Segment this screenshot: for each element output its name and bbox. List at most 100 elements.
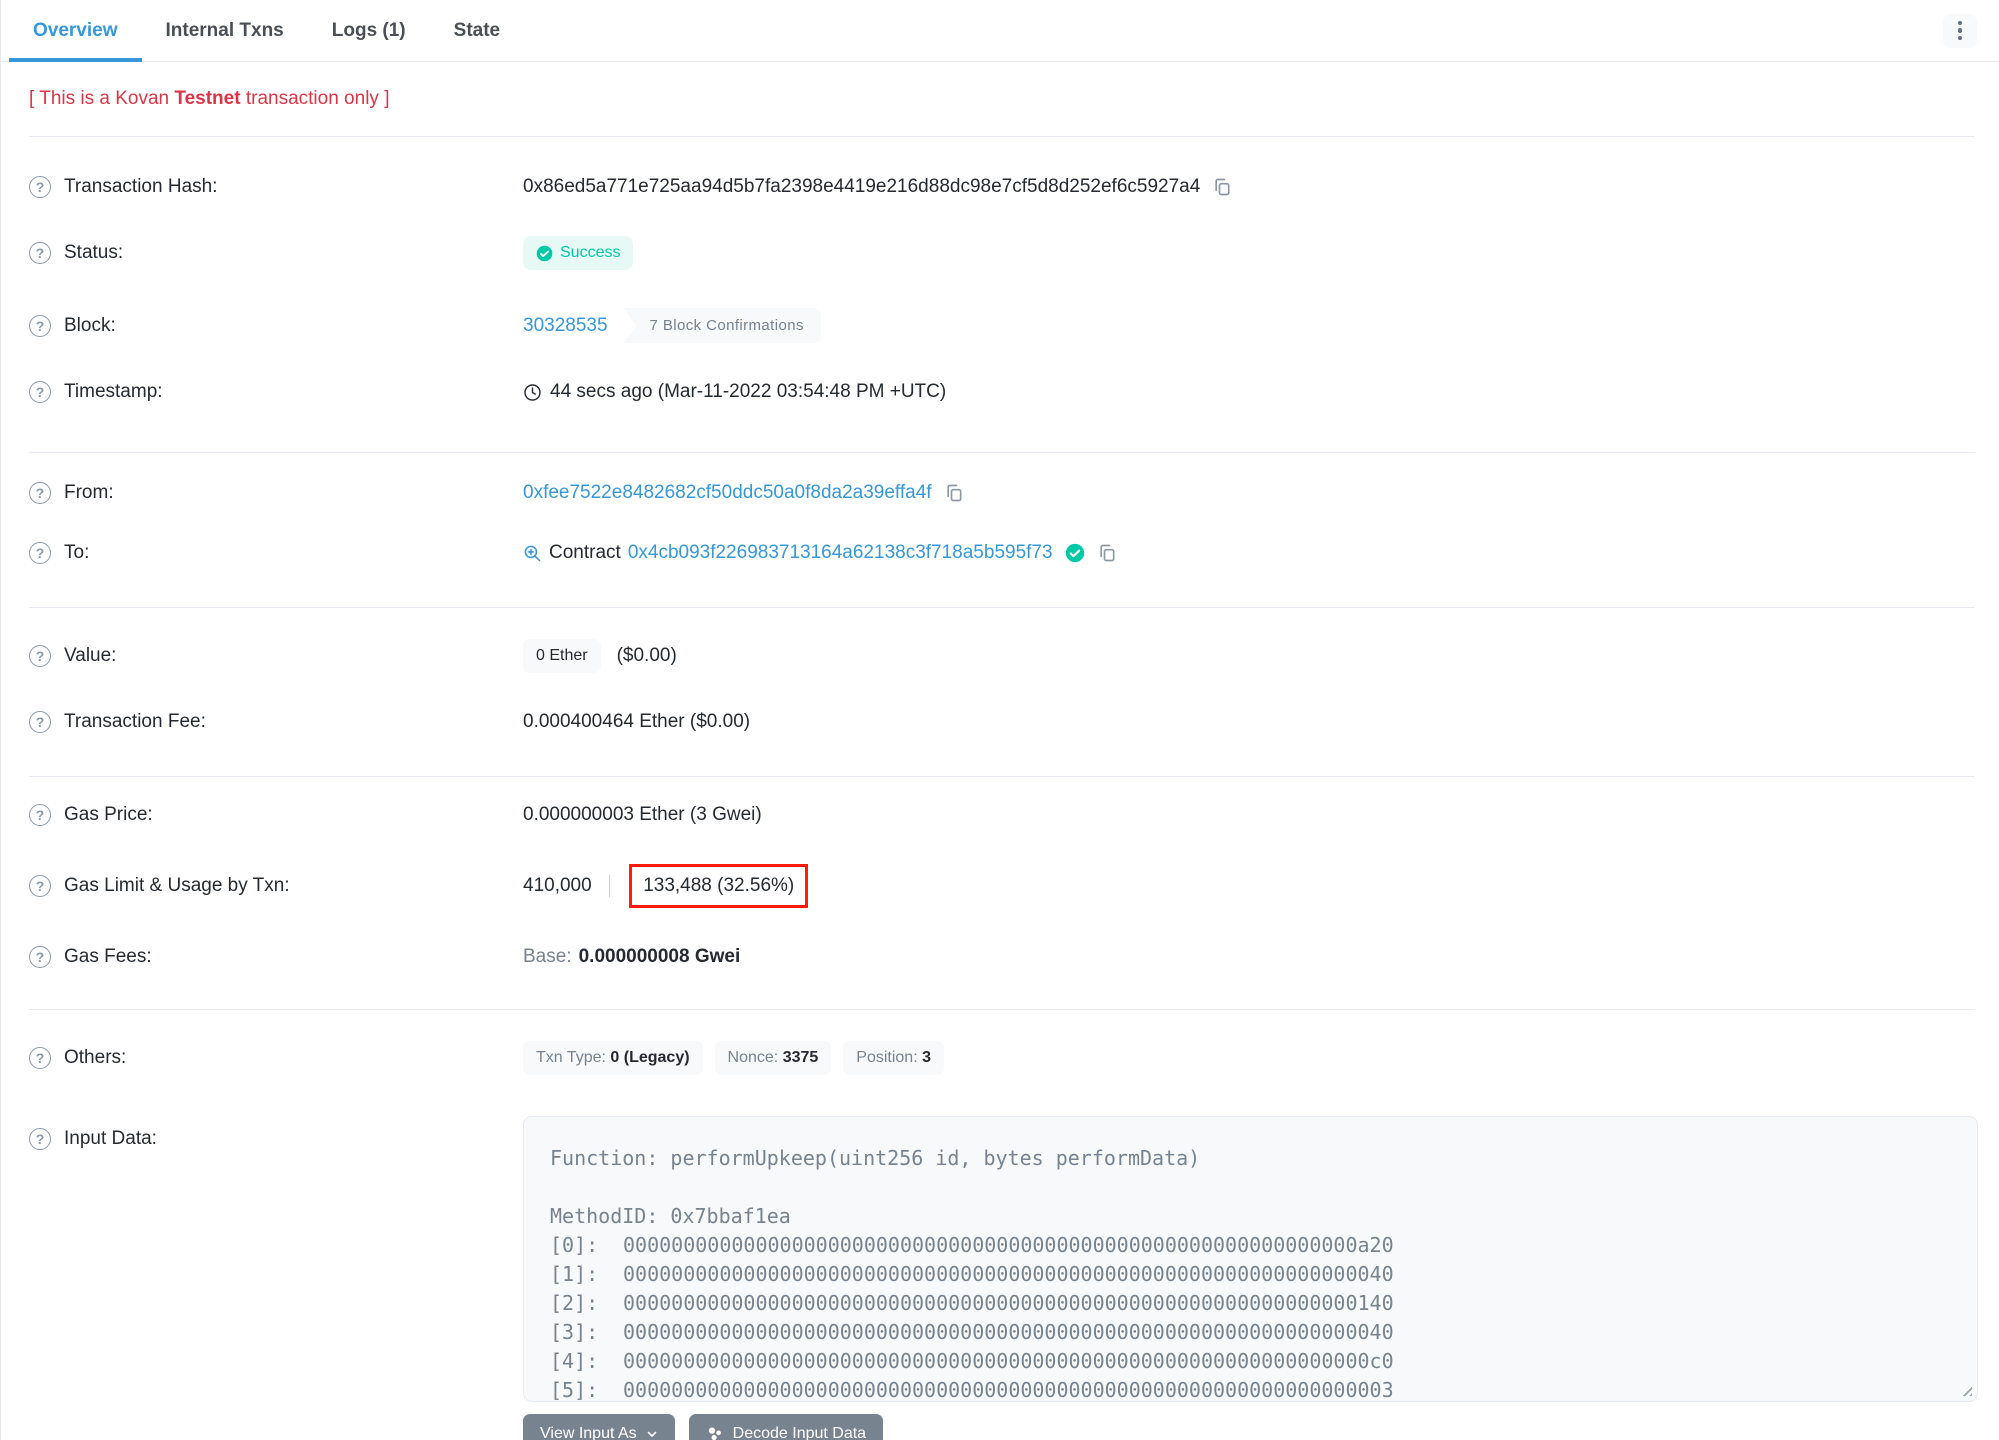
status-row: ? Status: Success xyxy=(29,217,1975,289)
decode-icon xyxy=(708,1427,721,1440)
others-row: ? Others: Txn Type: 0 (Legacy) Nonce: 33… xyxy=(29,1022,1975,1094)
tabs: Overview Internal Txns Logs (1) State xyxy=(9,0,524,62)
resize-handle[interactable] xyxy=(1959,1383,1972,1396)
help-icon[interactable]: ? xyxy=(29,314,51,337)
gas-price-label: Gas Price: xyxy=(64,804,153,825)
kebab-icon xyxy=(1957,20,1963,26)
position-badge: Position: 3 xyxy=(843,1041,944,1075)
input-data-word: [0]: 000000000000000000000000000000000000… xyxy=(550,1233,1394,1257)
input-data-word: [5]: 000000000000000000000000000000000000… xyxy=(550,1378,1394,1402)
notice-prefix: [ This is a Kovan xyxy=(29,88,175,109)
ether-value-badge: 0 Ether xyxy=(523,639,601,673)
gas-limit-row: ? Gas Limit & Usage by Txn: 410,000 133,… xyxy=(29,845,1975,927)
input-data-word: [2]: 000000000000000000000000000000000000… xyxy=(550,1291,1394,1315)
from-row: ? From: 0xfee7522e8482682cf50ddc50a0f8da… xyxy=(29,463,1975,523)
transaction-fee-row: ? Transaction Fee: 0.000400464 Ether ($0… xyxy=(29,692,1975,752)
help-icon[interactable]: ? xyxy=(29,645,51,667)
input-data-word: [1]: 000000000000000000000000000000000000… xyxy=(550,1262,1394,1286)
to-row: ? To: Contract 0x4cb093f226983713164a621… xyxy=(29,523,1975,583)
help-icon[interactable]: ? xyxy=(29,242,51,264)
testnet-notice: [ This is a Kovan Testnet transaction on… xyxy=(1,62,1999,110)
gas-group: ? Gas Price: 0.000000003 Ether (3 Gwei) … xyxy=(29,777,1975,1009)
overview-content: ? Transaction Hash: 0x86ed5a771e725aa94d… xyxy=(1,137,1999,1440)
tab-state[interactable]: State xyxy=(430,0,524,61)
transaction-hash-row: ? Transaction Hash: 0x86ed5a771e725aa94d… xyxy=(29,157,1975,217)
summary-group: ? Transaction Hash: 0x86ed5a771e725aa94d… xyxy=(29,137,1975,452)
help-icon[interactable]: ? xyxy=(29,1047,51,1069)
status-badge: Success xyxy=(523,236,634,270)
magnifier-plus-icon[interactable] xyxy=(523,544,542,563)
copy-icon[interactable] xyxy=(1097,543,1117,563)
notice-bold: Testnet xyxy=(174,88,241,109)
decode-input-data-button[interactable]: Decode Input Data xyxy=(688,1414,884,1440)
chevron-down-icon xyxy=(647,1431,656,1437)
addresses-group: ? From: 0xfee7522e8482682cf50ddc50a0f8da… xyxy=(29,453,1975,607)
tab-internal-txns[interactable]: Internal Txns xyxy=(142,0,308,61)
transaction-details-card: Overview Internal Txns Logs (1) State [ … xyxy=(0,0,1999,1440)
copy-icon[interactable] xyxy=(1212,177,1232,197)
others-group: ? Others: Txn Type: 0 (Legacy) Nonce: 33… xyxy=(29,1010,1975,1094)
transaction-hash-label: Transaction Hash: xyxy=(64,176,218,197)
help-icon[interactable]: ? xyxy=(29,875,51,897)
gas-price-value: 0.000000003 Ether (3 Gwei) xyxy=(523,804,762,825)
help-icon[interactable]: ? xyxy=(29,542,51,564)
input-data-row: ? Input Data: Function: performUpkeep(ui… xyxy=(29,1116,1978,1440)
block-number-link[interactable]: 30328535 xyxy=(523,315,608,337)
input-function-line: Function: performUpkeep(uint256 id, byte… xyxy=(550,1146,1201,1170)
value-row: ? Value: 0 Ether ($0.00) xyxy=(29,620,1975,692)
separator xyxy=(608,875,611,897)
gas-limit-label: Gas Limit & Usage by Txn: xyxy=(64,875,290,896)
input-data-group: ? Input Data: Function: performUpkeep(ui… xyxy=(29,1094,1978,1440)
input-methodid-line: MethodID: 0x7bbaf1ea xyxy=(550,1204,791,1228)
to-contract-prefix: Contract xyxy=(549,542,621,563)
gas-usage-annotation-box: 133,488 (32.56%) xyxy=(629,864,809,908)
view-input-as-button[interactable]: View Input As xyxy=(523,1414,675,1440)
input-data-word: [3]: 000000000000000000000000000000000000… xyxy=(550,1320,1394,1344)
value-usd: ($0.00) xyxy=(616,645,677,666)
txn-type-badge: Txn Type: 0 (Legacy) xyxy=(523,1041,703,1075)
others-label: Others: xyxy=(64,1047,127,1068)
transaction-hash-value: 0x86ed5a771e725aa94d5b7fa2398e4419e216d8… xyxy=(523,176,1201,197)
help-icon[interactable]: ? xyxy=(29,1128,51,1150)
timestamp-row: ? Timestamp: 44 secs ago (Mar-11-2022 03… xyxy=(29,362,1975,422)
tab-overview[interactable]: Overview xyxy=(9,0,142,62)
gas-fees-base-label: Base: xyxy=(523,946,572,967)
transaction-fee-value: 0.000400464 Ether ($0.00) xyxy=(523,711,751,732)
timestamp-value: 44 secs ago (Mar-11-2022 03:54:48 PM +UT… xyxy=(550,381,947,402)
gas-fees-row: ? Gas Fees: Base: 0.000000008 Gwei xyxy=(29,927,1975,987)
input-data-label: Input Data: xyxy=(64,1128,157,1149)
input-data-textarea[interactable]: Function: performUpkeep(uint256 id, byte… xyxy=(523,1116,1978,1402)
tab-logs[interactable]: Logs (1) xyxy=(308,0,430,61)
block-label: Block: xyxy=(64,314,116,336)
notice-suffix: transaction only ] xyxy=(240,88,390,109)
block-confirmations-badge: 7 Block Confirmations xyxy=(623,308,821,343)
help-icon[interactable]: ? xyxy=(29,804,51,826)
from-address-link[interactable]: 0xfee7522e8482682cf50ddc50a0f8da2a39effa… xyxy=(523,482,932,504)
status-label: Status: xyxy=(64,242,124,263)
to-address-link[interactable]: 0x4cb093f226983713164a62138c3f718a5b595f… xyxy=(628,542,1053,564)
verified-check-icon xyxy=(1065,543,1084,563)
to-label: To: xyxy=(64,542,90,563)
help-icon[interactable]: ? xyxy=(29,946,51,968)
value-group: ? Value: 0 Ether ($0.00) ? Transaction F… xyxy=(29,608,1975,776)
gas-price-row: ? Gas Price: 0.000000003 Ether (3 Gwei) xyxy=(29,785,1975,845)
help-icon[interactable]: ? xyxy=(29,176,51,198)
nonce-badge: Nonce: 3375 xyxy=(714,1041,832,1075)
help-icon[interactable]: ? xyxy=(29,482,51,504)
gas-fees-label: Gas Fees: xyxy=(64,946,152,967)
value-label: Value: xyxy=(64,645,117,666)
check-circle-icon xyxy=(536,245,553,261)
help-icon[interactable]: ? xyxy=(29,711,51,733)
help-icon[interactable]: ? xyxy=(29,381,51,403)
transaction-fee-label: Transaction Fee: xyxy=(64,711,206,732)
from-label: From: xyxy=(64,482,114,503)
input-data-word: [4]: 000000000000000000000000000000000000… xyxy=(550,1349,1394,1373)
gas-usage-value: 133,488 (32.56%) xyxy=(643,875,795,896)
copy-icon[interactable] xyxy=(944,483,964,503)
timestamp-label: Timestamp: xyxy=(64,381,163,402)
block-row: ? Block: 30328535 7 Block Confirmations xyxy=(29,289,1975,362)
gas-limit-value: 410,000 xyxy=(523,875,592,896)
clock-icon xyxy=(524,383,541,401)
tab-bar: Overview Internal Txns Logs (1) State xyxy=(1,0,1999,62)
kebab-menu-button[interactable] xyxy=(1943,13,1977,48)
